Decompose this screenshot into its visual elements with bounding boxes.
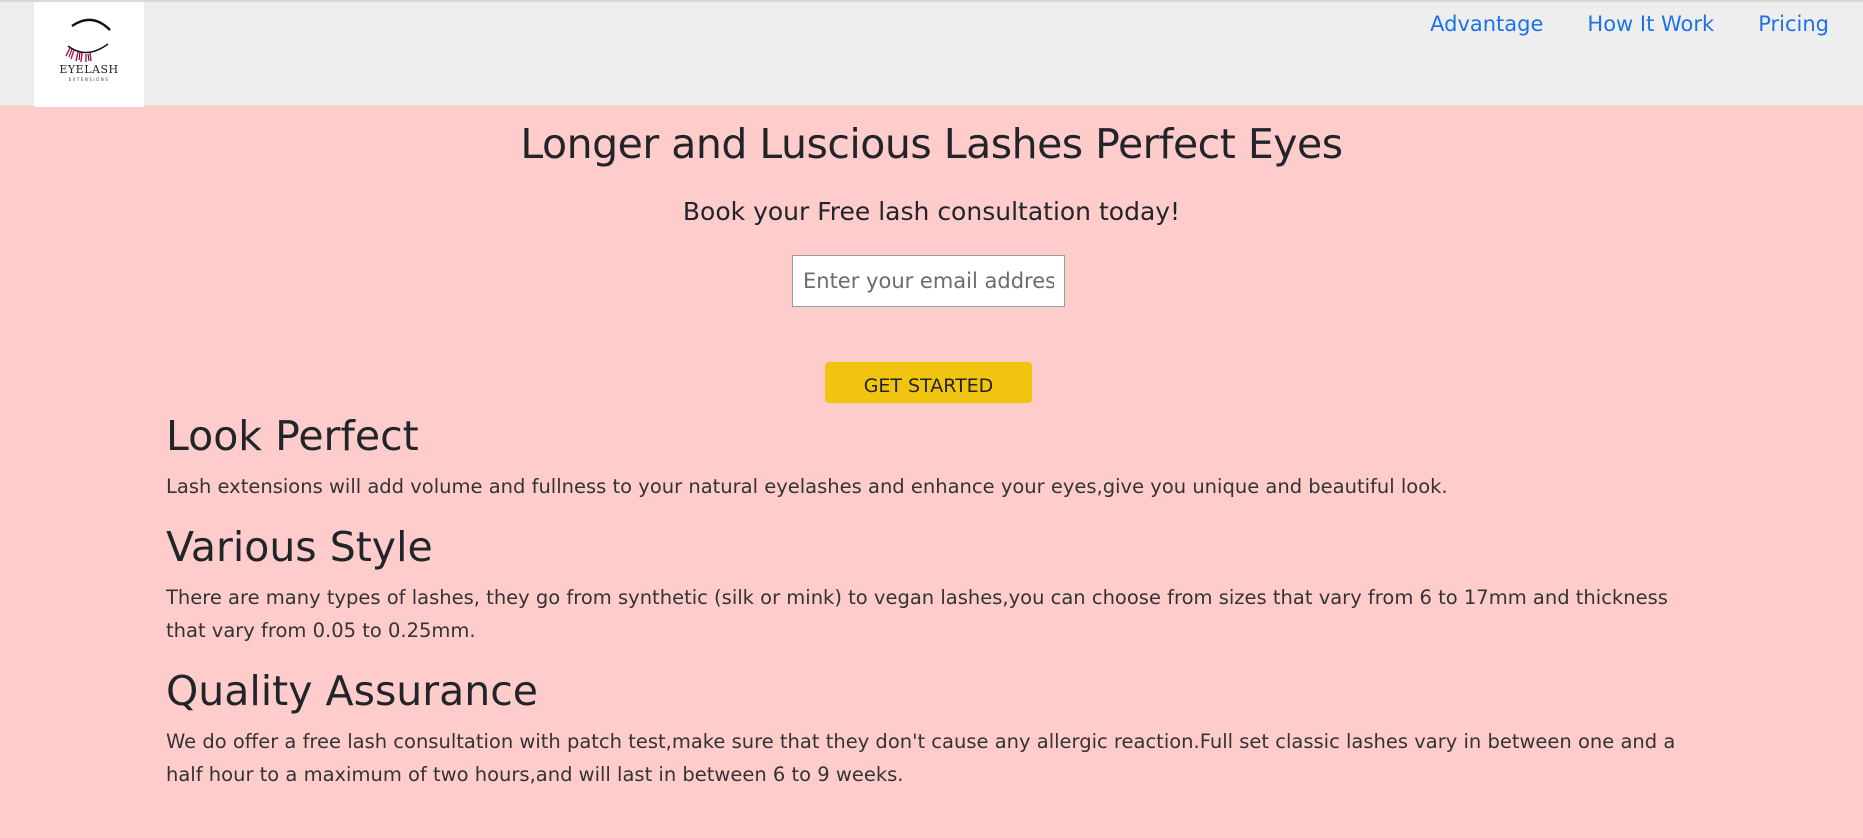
- eye-lash-icon: [65, 18, 111, 63]
- feature-quality-assurance: Quality Assurance We do offer a free las…: [166, 663, 1706, 791]
- feature-text: We do offer a free lash consultation wit…: [166, 730, 1676, 786]
- feature-title: Quality Assurance: [166, 667, 539, 715]
- nav-link-how-it-work[interactable]: How It Work: [1587, 12, 1714, 36]
- nav-link-advantage[interactable]: Advantage: [1430, 12, 1543, 36]
- main-nav: Advantage How It Work Pricing: [1430, 12, 1829, 36]
- feature-text: Lash extensions will add volume and full…: [166, 475, 1448, 498]
- email-input[interactable]: [792, 255, 1065, 307]
- feature-look-perfect: Look Perfect Lash extensions will add vo…: [166, 408, 1706, 503]
- feature-title: Look Perfect: [166, 412, 419, 460]
- logo-wordmark: EYELASH: [59, 63, 119, 76]
- feature-various-style: Various Style There are many types of la…: [166, 519, 1706, 647]
- hero-title: Longer and Luscious Lashes Perfect Eyes: [520, 120, 1343, 168]
- eyelash-logo[interactable]: EYELASH EXTENSIONS: [34, 2, 144, 107]
- hero-subtitle: Book your Free lash consultation today!: [682, 197, 1181, 226]
- feature-title: Various Style: [166, 523, 433, 571]
- logo-tagline: EXTENSIONS: [68, 77, 110, 82]
- feature-text: There are many types of lashes, they go …: [166, 586, 1668, 642]
- features-section: Look Perfect Lash extensions will add vo…: [166, 408, 1706, 807]
- nav-link-pricing[interactable]: Pricing: [1758, 12, 1829, 36]
- site-header: EYELASH EXTENSIONS Advantage How It Work…: [0, 0, 1863, 107]
- get-started-button[interactable]: GET STARTED: [825, 362, 1032, 403]
